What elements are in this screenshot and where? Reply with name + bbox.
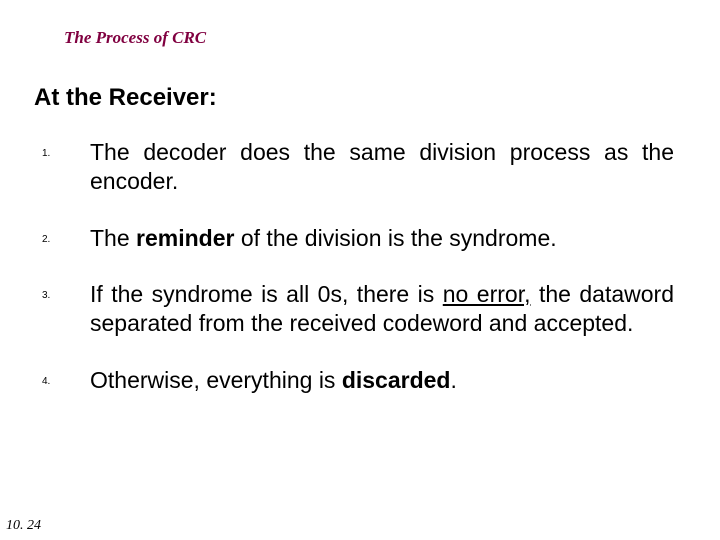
item-number: 3.: [34, 280, 90, 301]
slide-title: The Process of CRC: [64, 28, 686, 48]
item-text: The reminder of the division is the synd…: [90, 224, 686, 253]
slide: The Process of CRC At the Receiver: 1. T…: [0, 0, 720, 540]
item-text: If the syndrome is all 0s, there is no e…: [90, 280, 686, 338]
list-item: 3. If the syndrome is all 0s, there is n…: [34, 280, 686, 338]
section-heading: At the Receiver:: [34, 84, 686, 112]
item-number: 1.: [34, 138, 90, 159]
page-number: 10. 24: [6, 518, 41, 534]
item-number: 2.: [34, 224, 90, 245]
item-text: The decoder does the same division proce…: [90, 138, 686, 196]
item-text: Otherwise, everything is discarded.: [90, 366, 686, 395]
item-number: 4.: [34, 366, 90, 387]
ordered-list: 1. The decoder does the same division pr…: [34, 138, 686, 395]
list-item: 1. The decoder does the same division pr…: [34, 138, 686, 196]
list-item: 4. Otherwise, everything is discarded.: [34, 366, 686, 395]
list-item: 2. The reminder of the division is the s…: [34, 224, 686, 253]
